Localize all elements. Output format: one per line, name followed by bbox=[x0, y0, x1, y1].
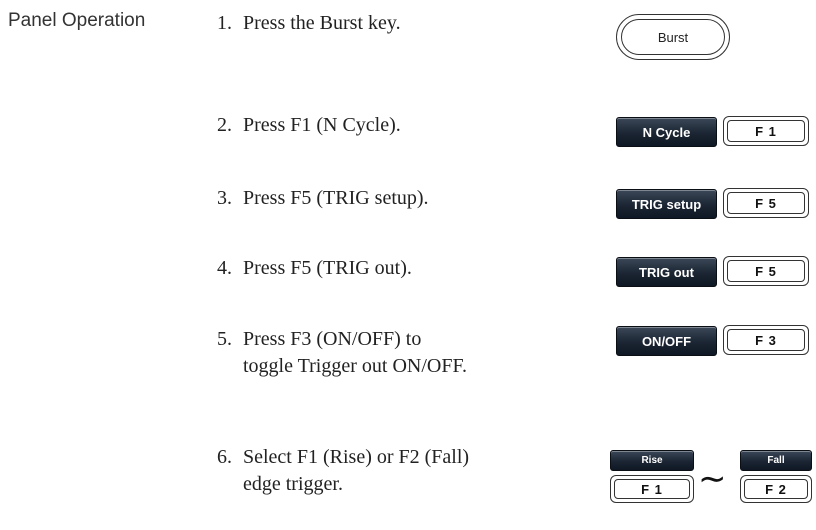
f5-key-label: F 5 bbox=[727, 260, 805, 282]
step-text: Select F1 (Rise) or F2 (Fall) bbox=[243, 446, 470, 468]
f3-key[interactable]: F 3 bbox=[723, 325, 809, 355]
step-number: 4. bbox=[217, 257, 232, 279]
step-number: 5. bbox=[217, 328, 232, 350]
rise-softkey[interactable]: Rise bbox=[610, 450, 694, 471]
step-number: 6. bbox=[217, 446, 232, 468]
step-text-continued: edge trigger. bbox=[243, 473, 343, 495]
f5-key-label: F 5 bbox=[727, 192, 805, 214]
f1-key-label: F 1 bbox=[727, 120, 805, 142]
f2-key-label: F 2 bbox=[744, 479, 808, 499]
step-text: Press F3 (ON/OFF) to bbox=[243, 328, 422, 350]
step-number: 3. bbox=[217, 187, 232, 209]
step-6: 6. Select F1 (Rise) or F2 (Fall) edge tri… bbox=[217, 444, 469, 498]
step-number: 1. bbox=[217, 12, 232, 34]
step-4: 4. Press F5 (TRIG out). bbox=[217, 255, 412, 282]
on-off-softkey[interactable]: ON/OFF bbox=[616, 326, 717, 356]
step-text: Press the Burst key. bbox=[243, 12, 401, 34]
f1-key[interactable]: F 1 bbox=[723, 116, 809, 146]
step-2: 2. Press F1 (N Cycle). bbox=[217, 112, 401, 139]
f5-key[interactable]: F 5 bbox=[723, 188, 809, 218]
step-text: Press F5 (TRIG setup). bbox=[243, 187, 429, 209]
step-number: 2. bbox=[217, 114, 232, 136]
f2-key[interactable]: F 2 bbox=[740, 475, 812, 503]
f1-key-label: F 1 bbox=[614, 479, 690, 499]
burst-key-label: Burst bbox=[621, 19, 725, 55]
f5-key[interactable]: F 5 bbox=[723, 256, 809, 286]
step-text-continued: toggle Trigger out ON/OFF. bbox=[243, 355, 467, 377]
burst-key[interactable]: Burst bbox=[616, 14, 730, 60]
step-text: Press F5 (TRIG out). bbox=[243, 257, 412, 279]
step-3: 3. Press F5 (TRIG setup). bbox=[217, 185, 429, 212]
section-label: Panel Operation bbox=[8, 10, 146, 31]
f3-key-label: F 3 bbox=[727, 329, 805, 351]
fall-softkey[interactable]: Fall bbox=[740, 450, 812, 471]
trig-out-softkey[interactable]: TRIG out bbox=[616, 257, 717, 287]
step-5: 5. Press F3 (ON/OFF) to toggle Trigger ou… bbox=[217, 326, 467, 380]
n-cycle-softkey[interactable]: N Cycle bbox=[616, 117, 717, 147]
f1-key[interactable]: F 1 bbox=[610, 475, 694, 503]
trig-setup-softkey[interactable]: TRIG setup bbox=[616, 189, 717, 219]
step-text: Press F1 (N Cycle). bbox=[243, 114, 401, 136]
step-1: 1. Press the Burst key. bbox=[217, 10, 401, 37]
tilde-icon: ∼ bbox=[698, 459, 727, 499]
